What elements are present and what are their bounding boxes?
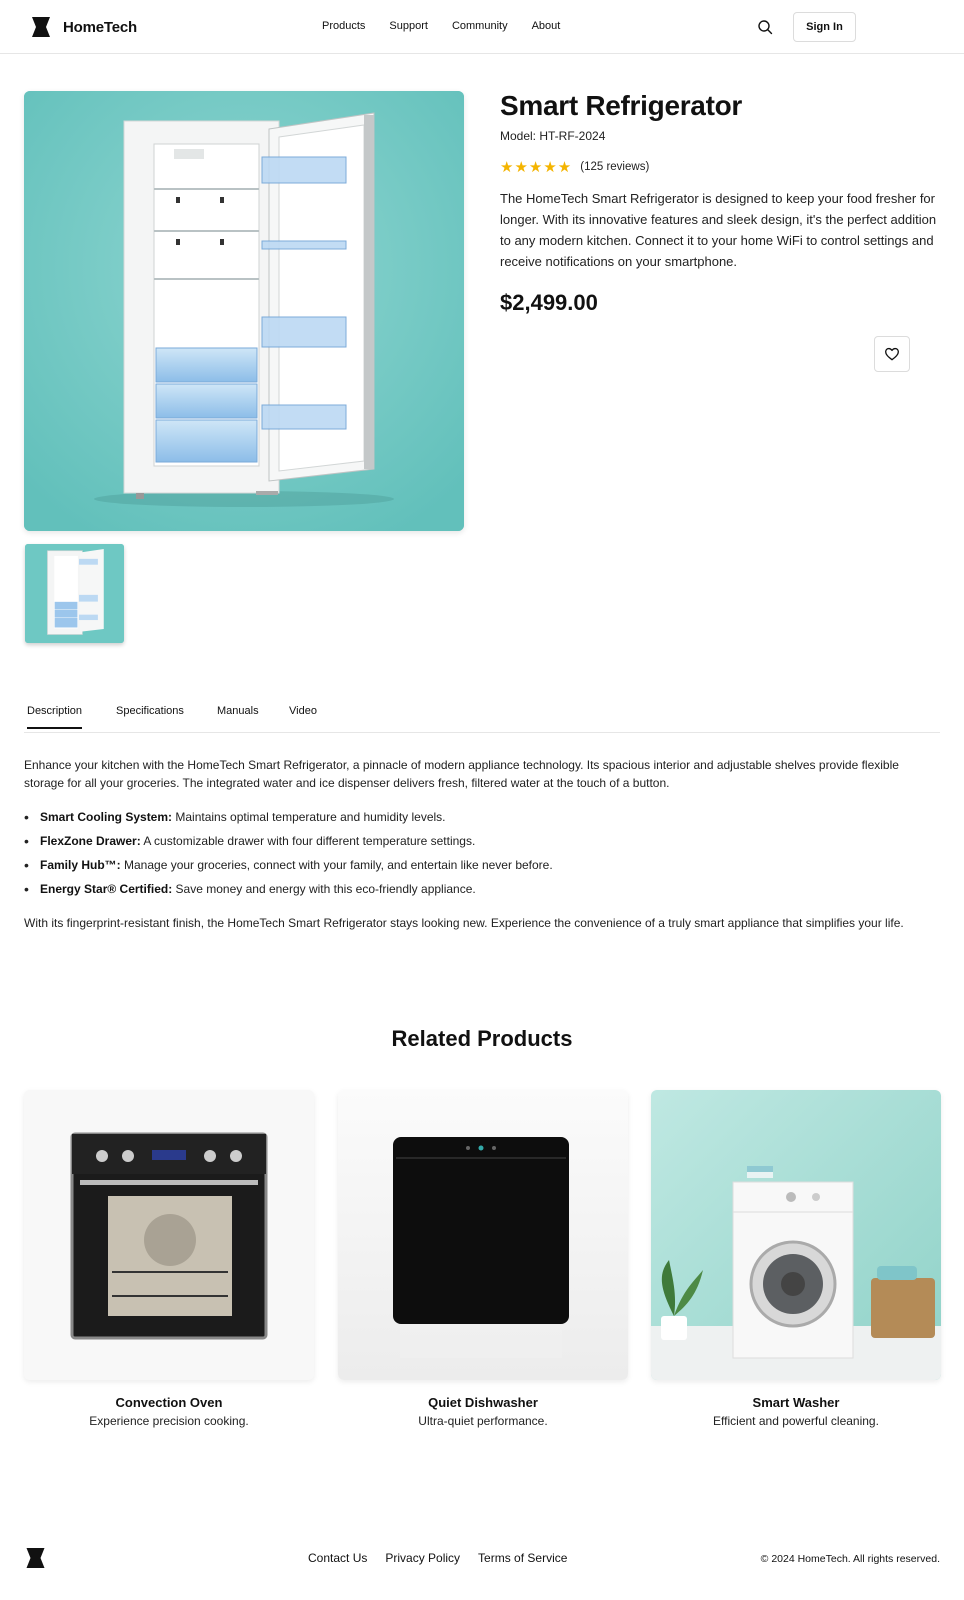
feature-item: Family Hub™: Manage your groceries, conn… bbox=[24, 856, 940, 874]
product-main-image bbox=[24, 91, 464, 531]
related-card-oven[interactable]: Convection Oven Experience precision coo… bbox=[24, 1090, 314, 1428]
footer-link-terms[interactable]: Terms of Service bbox=[478, 1551, 567, 1565]
sign-in-button[interactable]: Sign In bbox=[793, 12, 856, 42]
feature-text: A customizable drawer with four differen… bbox=[140, 834, 476, 848]
product-rating: ★★★★★ (125 reviews) bbox=[500, 158, 649, 176]
description-intro: Enhance your kitchen with the HomeTech S… bbox=[24, 758, 899, 790]
wishlist-button[interactable] bbox=[874, 336, 910, 372]
related-product-tagline: Efficient and powerful cleaning. bbox=[713, 1414, 879, 1428]
related-product-name: Convection Oven bbox=[115, 1395, 223, 1410]
refrigerator-thumbnail-image bbox=[25, 544, 124, 643]
dishwasher-image bbox=[338, 1090, 628, 1380]
brand-name: HomeTech bbox=[63, 18, 137, 36]
rating-stars: ★★★★★ bbox=[500, 159, 573, 176]
search-icon[interactable] bbox=[757, 19, 773, 35]
feature-item: Smart Cooling System: Maintains optimal … bbox=[24, 808, 940, 826]
nav-support[interactable]: Support bbox=[389, 20, 428, 32]
footer-link-privacy[interactable]: Privacy Policy bbox=[385, 1551, 460, 1565]
product-model: Model: HT-RF-2024 bbox=[500, 129, 606, 143]
nav-community[interactable]: Community bbox=[452, 20, 508, 32]
feature-name: Smart Cooling System: bbox=[40, 810, 173, 824]
copyright: © 2024 HomeTech. All rights reserved. bbox=[760, 1553, 940, 1565]
product-title: Smart Refrigerator bbox=[500, 90, 743, 121]
related-product-tagline: Experience precision cooking. bbox=[89, 1414, 249, 1428]
related-product-name: Smart Washer bbox=[752, 1395, 840, 1410]
related-product-tagline: Ultra-quiet performance. bbox=[418, 1414, 548, 1428]
review-count[interactable]: (125 reviews) bbox=[580, 161, 649, 173]
footer-link-contact[interactable]: Contact Us bbox=[308, 1551, 367, 1565]
tab-manuals[interactable]: Manuals bbox=[217, 705, 259, 727]
heart-icon bbox=[885, 347, 899, 361]
related-products-heading: Related Products bbox=[391, 1026, 573, 1051]
feature-list: Smart Cooling System: Maintains optimal … bbox=[24, 808, 940, 898]
feature-text: Maintains optimal temperature and humidi… bbox=[172, 810, 446, 824]
description-outro: With its fingerprint-resistant finish, t… bbox=[24, 916, 904, 930]
feature-name: FlexZone Drawer: bbox=[40, 834, 141, 848]
oven-image bbox=[24, 1090, 314, 1380]
product-summary: The HomeTech Smart Refrigerator is desig… bbox=[500, 191, 937, 269]
site-header: HomeTech Products Support Community Abou… bbox=[0, 0, 964, 54]
product-thumbnail[interactable] bbox=[25, 544, 124, 643]
tab-specifications[interactable]: Specifications bbox=[116, 705, 184, 727]
tab-description[interactable]: Description bbox=[27, 705, 83, 729]
related-product-name: Quiet Dishwasher bbox=[428, 1395, 538, 1410]
related-card-washer[interactable]: Smart Washer Efficient and powerful clea… bbox=[651, 1090, 941, 1428]
footer-logo-icon[interactable] bbox=[26, 1548, 45, 1568]
feature-name: Family Hub™: bbox=[40, 858, 121, 872]
description-panel: Enhance your kitchen with the HomeTech S… bbox=[24, 756, 940, 932]
feature-text: Save money and energy with this eco-frie… bbox=[172, 882, 476, 896]
feature-text: Manage your groceries, connect with your… bbox=[120, 858, 553, 872]
refrigerator-image bbox=[24, 91, 464, 531]
logo-icon bbox=[32, 17, 50, 37]
footer-links: Contact Us Privacy Policy Terms of Servi… bbox=[308, 1551, 567, 1565]
feature-item: FlexZone Drawer: A customizable drawer w… bbox=[24, 832, 940, 850]
brand-logo[interactable]: HomeTech bbox=[32, 17, 137, 37]
main-nav: Products Support Community About bbox=[322, 20, 560, 32]
feature-item: Energy Star® Certified: Save money and e… bbox=[24, 880, 940, 898]
nav-products[interactable]: Products bbox=[322, 20, 365, 32]
washer-image bbox=[651, 1090, 941, 1380]
product-price: $2,499.00 bbox=[500, 290, 598, 315]
nav-about[interactable]: About bbox=[532, 20, 561, 32]
feature-name: Energy Star® Certified: bbox=[40, 882, 173, 896]
product-tabs: Description Specifications Manuals Video bbox=[24, 697, 940, 733]
related-card-dishwasher[interactable]: Quiet Dishwasher Ultra-quiet performance… bbox=[338, 1090, 628, 1428]
tab-video[interactable]: Video bbox=[289, 705, 317, 727]
